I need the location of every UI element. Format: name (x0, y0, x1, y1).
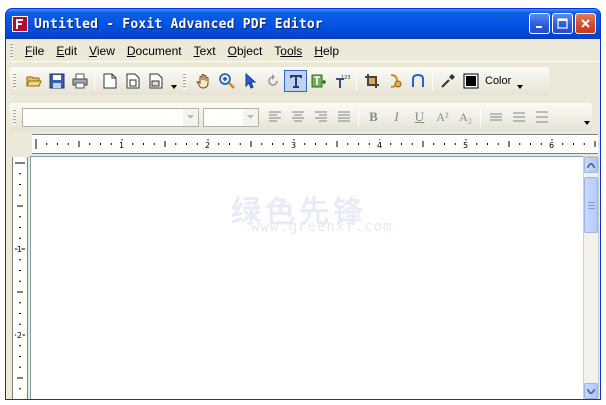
menu-document-key: D (126, 43, 136, 58)
menu-tools[interactable]: Tools (268, 42, 308, 60)
toolbar-separator (94, 72, 95, 90)
open-folder-icon[interactable] (22, 70, 45, 92)
line-spacing-medium-icon[interactable] (507, 106, 530, 128)
print-icon[interactable] (68, 70, 91, 92)
menu-document[interactable]: Document (121, 42, 188, 60)
minimize-button[interactable] (529, 13, 550, 34)
foxit-app-icon[interactable] (12, 16, 28, 32)
menubar-grip[interactable] (10, 42, 13, 59)
toolbar-grip-2[interactable] (183, 73, 186, 89)
menu-bar: File Edit View Document Text Object Tool… (6, 40, 600, 62)
menu-help-key: H (314, 43, 323, 58)
menu-view-rest: iew (96, 43, 115, 58)
ruler-label: 3 (291, 141, 296, 150)
toolbar-overflow-chevron-icon[interactable] (169, 70, 179, 92)
select-arrow-icon[interactable] (238, 70, 261, 92)
font-name-combo[interactable] (22, 107, 199, 127)
menu-view-key: V (89, 43, 97, 58)
toolbar-separator (358, 108, 359, 126)
vertical-ruler-ticks: 12 (15, 162, 25, 390)
menu-file-rest: ile (32, 43, 45, 58)
ruler-label: 2 (205, 141, 210, 150)
save-icon[interactable] (45, 70, 68, 92)
align-left-icon[interactable] (263, 106, 286, 128)
scroll-down-arrow-icon[interactable] (584, 383, 598, 399)
format-toolbar: B I U A² A₂ (9, 103, 592, 131)
watermark-en: www.greenxf.com (251, 219, 393, 235)
ruler-label: 1 (119, 141, 124, 150)
menu-object[interactable]: Object (222, 42, 269, 60)
ruler-label: 6 (549, 141, 554, 150)
toolbar-separator (432, 72, 433, 90)
close-button[interactable] (575, 13, 596, 34)
menu-file[interactable]: File (19, 42, 50, 60)
underline-button[interactable]: U (408, 106, 431, 128)
text-tool-icon[interactable] (284, 70, 307, 92)
ruler-label: 4 (377, 141, 382, 150)
italic-button[interactable]: I (385, 106, 408, 128)
menu-document-rest: ocument (135, 43, 182, 58)
hand-tool-icon[interactable] (192, 70, 215, 92)
new-page-icon[interactable] (98, 70, 121, 92)
main-toolbar: 123 Color (9, 67, 549, 95)
ruler-label: 1 (17, 245, 22, 254)
ruler-label: 2 (17, 331, 22, 340)
menu-text-rest: ext (199, 43, 216, 58)
add-text-object-icon[interactable] (307, 70, 330, 92)
scroll-thumb[interactable] (584, 177, 598, 233)
align-right-icon[interactable] (309, 106, 332, 128)
line-spacing-double-icon[interactable] (530, 106, 553, 128)
color-label[interactable]: Color (485, 75, 511, 87)
superscript-button[interactable]: A² (431, 106, 454, 128)
menu-help[interactable]: Help (308, 42, 345, 60)
menu-edit[interactable]: Edit (50, 42, 83, 60)
svg-text:123: 123 (341, 75, 350, 81)
format-toolbar-overflow-chevron-icon[interactable] (582, 106, 592, 128)
horizontal-ruler: 1 2 3 4 5 6 (32, 134, 598, 154)
menu-edit-rest: dit (64, 43, 78, 58)
chevron-down-icon[interactable] (183, 108, 198, 126)
horizontal-ruler-ticks: 1 2 3 4 5 6 (35, 139, 596, 152)
crop-icon[interactable] (360, 70, 383, 92)
menu-help-rest: elp (322, 43, 339, 58)
menu-text[interactable]: Text (188, 42, 222, 60)
menu-tools-rest: ools (280, 43, 303, 58)
format-toolbar-grip[interactable] (13, 109, 16, 125)
window-title: Untitled - Foxit Advanced PDF Editor (34, 16, 323, 32)
align-justify-icon[interactable] (332, 106, 355, 128)
toolbar-separator (480, 108, 481, 126)
subscript-button[interactable]: A₂ (454, 106, 477, 128)
toolbar-overflow-chevron-icon[interactable] (515, 70, 525, 92)
document-canvas[interactable]: 绿色先锋 www.greenxf.com (30, 156, 583, 399)
bold-button[interactable]: B (362, 106, 385, 128)
menu-object-rest: bject (236, 43, 263, 58)
menu-object-key: O (227, 43, 237, 58)
link-icon[interactable] (383, 70, 406, 92)
toolbar-grip[interactable] (13, 73, 16, 89)
title-bar[interactable]: Untitled - Foxit Advanced PDF Editor (6, 9, 600, 39)
page-properties-icon[interactable] (121, 70, 144, 92)
page-layout-icon[interactable] (144, 70, 167, 92)
font-size-combo[interactable] (203, 107, 259, 127)
toolbar-separator (356, 72, 357, 90)
ruler-label: 5 (463, 141, 468, 150)
text-numbering-icon[interactable]: 123 (330, 70, 353, 92)
align-center-icon[interactable] (286, 106, 309, 128)
chevron-down-icon[interactable] (243, 108, 258, 126)
app-window: Untitled - Foxit Advanced PDF Editor Fil… (5, 8, 601, 400)
vertical-scrollbar[interactable] (583, 156, 599, 399)
menu-view[interactable]: View (83, 42, 121, 60)
path-tool-icon[interactable] (406, 70, 429, 92)
vertical-ruler: 12 (12, 157, 28, 399)
rotate-icon[interactable] (261, 70, 284, 92)
zoom-in-icon[interactable] (215, 70, 238, 92)
color-swatch-icon[interactable] (459, 70, 482, 92)
scroll-up-arrow-icon[interactable] (584, 157, 598, 173)
line-spacing-single-icon[interactable] (484, 106, 507, 128)
eyedropper-icon[interactable] (436, 70, 459, 92)
maximize-button[interactable] (552, 13, 573, 34)
